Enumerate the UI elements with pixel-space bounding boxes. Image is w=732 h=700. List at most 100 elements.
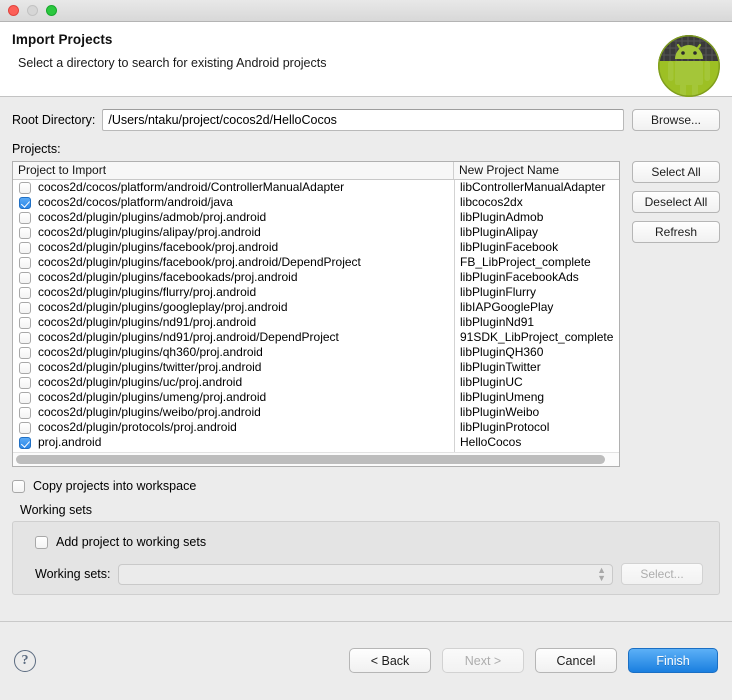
project-path-label: cocos2d/plugin/plugins/facebookads/proj.… <box>38 270 298 284</box>
row-checkbox[interactable] <box>19 316 31 329</box>
row-checkbox[interactable] <box>19 301 31 314</box>
row-checkbox[interactable] <box>19 226 31 239</box>
copy-projects-checkbox[interactable] <box>12 479 25 493</box>
root-directory-label: Root Directory: <box>12 113 96 127</box>
project-path-label: proj.android <box>38 435 102 449</box>
cell-new-project-name: 91SDK_LibProject_complete <box>460 330 614 344</box>
page-subtitle: Select a directory to search for existin… <box>18 56 327 70</box>
cell-project-to-import: cocos2d/plugin/plugins/googleplay/proj.a… <box>13 300 454 315</box>
cell-project-to-import: cocos2d/plugin/plugins/nd91/proj.android… <box>13 330 454 345</box>
browse-button[interactable]: Browse... <box>632 109 720 131</box>
cell-new-project-name: libPluginFacebook <box>460 240 559 254</box>
table-row[interactable]: cocos2d/plugin/protocols/proj.android lib… <box>13 420 619 435</box>
table-row[interactable]: cocos2d/plugin/plugins/twitter/proj.andr… <box>13 360 619 375</box>
add-to-working-sets-row[interactable]: Add project to working sets <box>35 535 703 549</box>
back-button[interactable]: < Back <box>349 648 431 673</box>
table-row[interactable]: cocos2d/plugin/plugins/qh360/proj.androi… <box>13 345 619 360</box>
projects-side-buttons: Select All Deselect All Refresh <box>632 161 720 243</box>
cell-project-to-import: cocos2d/cocos/platform/android/java <box>13 195 454 210</box>
project-path-label: cocos2d/plugin/plugins/admob/proj.androi… <box>38 210 267 224</box>
working-sets-select[interactable]: ▲ ▼ <box>117 563 613 585</box>
row-checkbox[interactable] <box>19 256 31 269</box>
cell-new-project-name: FB_LibProject_complete <box>460 255 591 269</box>
table-row[interactable]: cocos2d/plugin/plugins/umeng/proj.androi… <box>13 390 619 405</box>
working-sets-combo-row: Working sets: ▲ ▼ Select... <box>35 563 703 585</box>
table-row[interactable]: cocos2d/cocos/platform/android/java libco… <box>13 195 619 210</box>
table-row[interactable]: cocos2d/plugin/plugins/uc/proj.android li… <box>13 375 619 390</box>
projects-table: Project to Import New Project Name cocos… <box>12 161 620 467</box>
select-all-button[interactable]: Select All <box>632 161 720 183</box>
table-row[interactable]: cocos2d/plugin/plugins/facebook/proj.and… <box>13 255 619 270</box>
working-sets-group: Working sets Add project to working sets… <box>12 503 720 595</box>
table-row[interactable]: cocos2d/plugin/plugins/weibo/proj.androi… <box>13 405 619 420</box>
minimize-window-button[interactable] <box>27 5 38 16</box>
next-button[interactable]: Next > <box>442 648 524 673</box>
cell-project-to-import: cocos2d/plugin/protocols/proj.android <box>13 420 454 435</box>
row-checkbox[interactable] <box>19 181 31 194</box>
help-question-icon[interactable]: ? <box>14 649 36 672</box>
cell-project-to-import: cocos2d/plugin/plugins/flurry/proj.andro… <box>13 285 454 300</box>
row-checkbox[interactable] <box>19 391 31 404</box>
row-checkbox[interactable] <box>19 436 31 449</box>
cancel-button[interactable]: Cancel <box>535 648 617 673</box>
table-row[interactable]: cocos2d/plugin/plugins/nd91/proj.android… <box>13 330 619 345</box>
project-path-label: cocos2d/plugin/plugins/flurry/proj.andro… <box>38 285 257 299</box>
scrollbar-thumb[interactable] <box>16 455 605 464</box>
cell-new-project-name: libControllerManualAdapter <box>460 180 606 194</box>
table-row[interactable]: cocos2d/plugin/plugins/alipay/proj.andro… <box>13 225 619 240</box>
row-checkbox[interactable] <box>19 406 31 419</box>
row-checkbox[interactable] <box>19 361 31 374</box>
cell-new-project-name: libcocos2dx <box>460 195 523 209</box>
project-path-label: cocos2d/cocos/platform/android/Controlle… <box>38 180 345 194</box>
finish-button[interactable]: Finish <box>628 648 718 673</box>
cell-new-project-name: libPluginFacebookAds <box>460 270 579 284</box>
table-row[interactable]: cocos2d/cocos/platform/android/Controlle… <box>13 180 619 195</box>
table-row[interactable]: cocos2d/plugin/plugins/googleplay/proj.a… <box>13 300 619 315</box>
project-path-label: cocos2d/plugin/plugins/facebook/proj.and… <box>38 240 279 254</box>
root-directory-input[interactable] <box>102 109 624 131</box>
project-path-label: cocos2d/plugin/plugins/umeng/proj.androi… <box>38 390 267 404</box>
row-checkbox[interactable] <box>19 331 31 344</box>
deselect-all-button[interactable]: Deselect All <box>632 191 720 213</box>
project-path-label: cocos2d/plugin/plugins/weibo/proj.androi… <box>38 405 261 419</box>
refresh-button[interactable]: Refresh <box>632 221 720 243</box>
row-checkbox[interactable] <box>19 421 31 434</box>
row-checkbox[interactable] <box>19 241 31 254</box>
table-row[interactable]: cocos2d/plugin/plugins/nd91/proj.android… <box>13 315 619 330</box>
row-checkbox[interactable] <box>19 286 31 299</box>
cell-new-project-name: libPluginUmeng <box>460 390 545 404</box>
cell-project-to-import: cocos2d/plugin/plugins/facebook/proj.and… <box>13 240 454 255</box>
table-row[interactable]: cocos2d/plugin/plugins/admob/proj.androi… <box>13 210 619 225</box>
cell-project-to-import: cocos2d/plugin/plugins/qh360/proj.androi… <box>13 345 454 360</box>
row-checkbox[interactable] <box>19 376 31 389</box>
row-checkbox[interactable] <box>19 346 31 359</box>
copy-projects-label: Copy projects into workspace <box>33 479 197 493</box>
project-path-label: cocos2d/plugin/plugins/uc/proj.android <box>38 375 243 389</box>
copy-projects-row[interactable]: Copy projects into workspace <box>12 479 720 493</box>
cell-new-project-name: libPluginAdmob <box>460 210 544 224</box>
projects-horizontal-scrollbar[interactable] <box>13 452 619 466</box>
cell-project-to-import: cocos2d/cocos/platform/android/Controlle… <box>13 180 454 195</box>
cell-project-to-import: cocos2d/plugin/plugins/facebook/proj.and… <box>13 255 454 270</box>
table-row[interactable]: proj.android HelloCocos <box>13 435 619 450</box>
cell-project-to-import: proj.android <box>13 435 454 450</box>
window-title-bar <box>0 0 732 22</box>
column-header-new-project-name[interactable]: New Project Name <box>454 162 619 179</box>
working-sets-select-button[interactable]: Select... <box>621 563 703 585</box>
row-checkbox[interactable] <box>19 271 31 284</box>
table-row[interactable]: cocos2d/plugin/plugins/facebook/proj.and… <box>13 240 619 255</box>
add-to-working-sets-checkbox[interactable] <box>35 535 48 549</box>
cell-project-to-import: cocos2d/plugin/plugins/alipay/proj.andro… <box>13 225 454 240</box>
project-path-label: cocos2d/plugin/plugins/nd91/proj.android… <box>38 330 339 344</box>
table-row[interactable]: cocos2d/plugin/plugins/flurry/proj.andro… <box>13 285 619 300</box>
add-to-working-sets-label: Add project to working sets <box>56 535 207 549</box>
maximize-window-button[interactable] <box>46 5 57 16</box>
working-sets-combo-label: Working sets: <box>35 567 111 581</box>
table-row[interactable]: cocos2d/plugin/plugins/facebookads/proj.… <box>13 270 619 285</box>
cell-project-to-import: cocos2d/plugin/plugins/weibo/proj.androi… <box>13 405 454 420</box>
close-window-button[interactable] <box>8 5 19 16</box>
row-checkbox[interactable] <box>19 196 31 209</box>
cell-project-to-import: cocos2d/plugin/plugins/uc/proj.android <box>13 375 454 390</box>
column-header-project-to-import[interactable]: Project to Import <box>13 162 454 179</box>
row-checkbox[interactable] <box>19 211 31 224</box>
